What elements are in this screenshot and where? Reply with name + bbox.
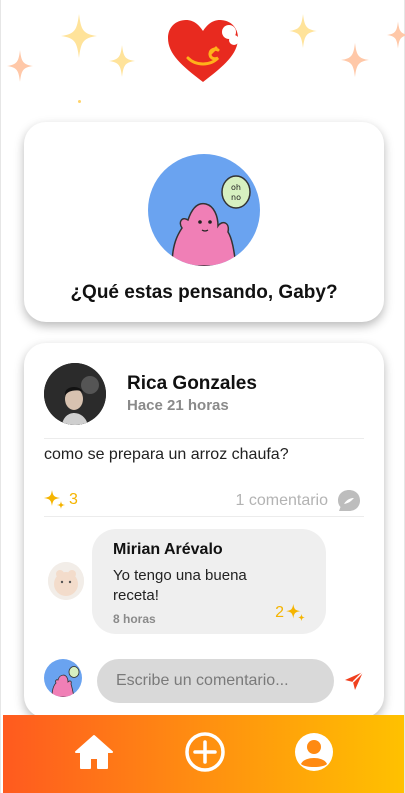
comment-bubble: Mirian Arévalo Yo tengo una buena receta… [92, 529, 326, 634]
bottom-navigation [3, 715, 404, 793]
author-photo [44, 363, 106, 425]
post-card: Rica Gonzales Hace 21 horas como se prep… [24, 343, 384, 718]
comment-count[interactable]: 1 comentario [236, 492, 329, 510]
sparkle-reaction-button[interactable]: 3 [44, 489, 78, 511]
sparkle-icon [109, 45, 135, 77]
reaction-count: 3 [69, 491, 78, 508]
home-icon [75, 735, 113, 769]
commenter-avatar[interactable] [48, 562, 84, 600]
send-icon[interactable] [343, 670, 365, 692]
author-name[interactable]: Rica Gonzales [127, 373, 257, 395]
sparkle-icon [387, 21, 405, 49]
app-screen: oh no ¿Qué estas pensando, Gaby? Rica Go… [0, 0, 405, 793]
bubble-oh: oh [231, 183, 241, 192]
sparkle-icon [289, 14, 317, 48]
new-post-prompt-card[interactable]: oh no ¿Qué estas pensando, Gaby? [24, 122, 384, 322]
comment-text: Yo tengo una buena receta! [113, 567, 247, 604]
sparkle-dot [78, 100, 81, 103]
sparkles-icon [44, 490, 65, 509]
divider [44, 516, 364, 517]
heart-bite-icon[interactable] [166, 18, 240, 84]
nav-profile-button[interactable] [292, 730, 336, 774]
post-text: como se prepara un arroz chaufa? [44, 446, 289, 463]
divider [44, 438, 364, 439]
comment-reaction-count: 2 [275, 604, 284, 621]
bubble-no: no [231, 193, 241, 202]
sparkle-icon [341, 42, 369, 78]
comment-sparkle-reaction-button[interactable]: 2 [275, 603, 306, 623]
current-user-avatar [44, 659, 82, 697]
sparkles-icon [286, 603, 306, 622]
prompt-question: ¿Qué estas pensando, Gaby? [70, 282, 338, 303]
add-circle-icon [185, 732, 225, 772]
sparkle-icon [7, 50, 33, 82]
author-avatar[interactable] [44, 363, 106, 425]
nav-add-post-button[interactable] [183, 730, 227, 774]
commenter-photo [48, 562, 84, 600]
sparkle-icon [61, 14, 97, 58]
user-avatar: oh no [148, 154, 260, 266]
post-timestamp: Hace 21 horas [127, 397, 229, 414]
oh-no-blob-avatar-icon [44, 659, 82, 697]
profile-icon [295, 733, 333, 771]
oh-no-blob-avatar-icon: oh no [148, 154, 260, 266]
comment-time: 8 horas [113, 612, 156, 626]
comment-author[interactable]: Mirian Arévalo [113, 541, 223, 559]
comment-icon[interactable] [336, 488, 362, 514]
nav-home-button[interactable] [72, 730, 116, 774]
comment-input[interactable] [97, 659, 334, 703]
